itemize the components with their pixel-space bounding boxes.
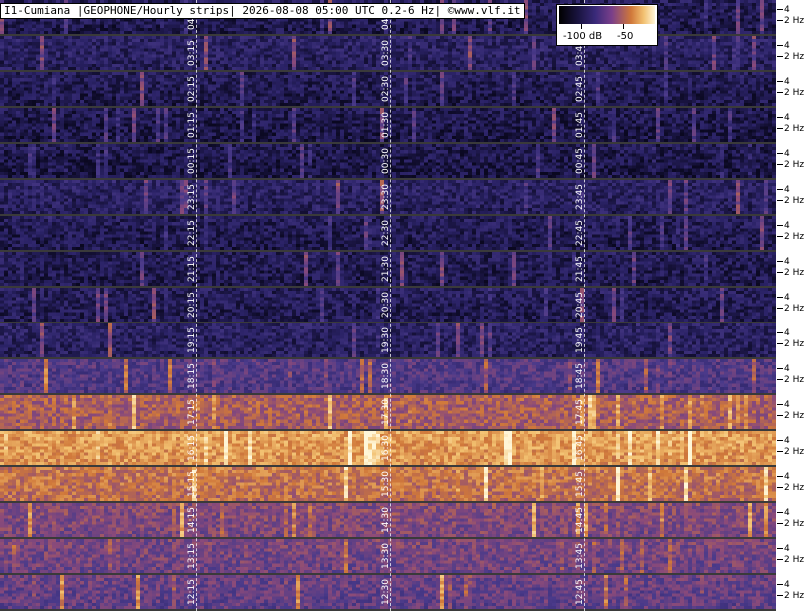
freq-label-4hz: 4 [777,221,790,231]
quarter-hour-gridline [196,0,197,611]
freq-label-2hz: 2 Hz [777,411,804,421]
freq-label-4hz: 4 [777,5,790,15]
freq-label-2hz: 2 Hz [777,88,804,98]
freq-label-4hz: 4 [777,472,790,482]
freq-label-2hz: 2 Hz [777,232,804,242]
color-scale-legend: -100 dB -50 [556,4,658,46]
freq-label-2hz: 2 Hz [777,124,804,134]
freq-label-4hz: 4 [777,185,790,195]
freq-label-4hz: 4 [777,257,790,267]
freq-label-2hz: 2 Hz [777,375,804,385]
freq-label-4hz: 4 [777,149,790,159]
color-scale-gradient [559,6,655,24]
freq-label-4hz: 4 [777,293,790,303]
freq-label-4hz: 4 [777,508,790,518]
freq-label-2hz: 2 Hz [777,268,804,278]
colorbar-tick-max [623,24,624,29]
quarter-hour-gridline [390,0,391,611]
freq-label-2hz: 2 Hz [777,591,804,601]
freq-label-4hz: 4 [777,544,790,554]
chart-title: I1-Cumiana |GEOPHONE/Hourly strips| 2026… [0,3,525,19]
freq-label-4hz: 4 [777,400,790,410]
freq-label-2hz: 2 Hz [777,16,804,26]
freq-label-4hz: 4 [777,113,790,123]
freq-label-2hz: 2 Hz [777,447,804,457]
freq-label-4hz: 4 [777,364,790,374]
colorbar-max-label: -50 [617,31,634,42]
freq-label-4hz: 4 [777,328,790,338]
freq-label-4hz: 4 [777,41,790,51]
freq-label-2hz: 2 Hz [777,555,804,565]
freq-label-2hz: 2 Hz [777,519,804,529]
freq-label-2hz: 2 Hz [777,160,804,170]
freq-label-2hz: 2 Hz [777,483,804,493]
freq-label-4hz: 4 [777,580,790,590]
colorbar-min-label: -100 dB [563,31,603,42]
freq-label-2hz: 2 Hz [777,196,804,206]
freq-label-2hz: 2 Hz [777,52,804,62]
freq-label-4hz: 4 [777,436,790,446]
freq-label-4hz: 4 [777,77,790,87]
freq-label-2hz: 2 Hz [777,304,804,314]
freq-label-2hz: 2 Hz [777,339,804,349]
spectrogram: 04:1504:3042 Hz03:1503:3003:4542 Hz02:15… [0,0,812,611]
quarter-hour-gridline [584,0,585,611]
colorbar-tick-min [581,24,582,29]
